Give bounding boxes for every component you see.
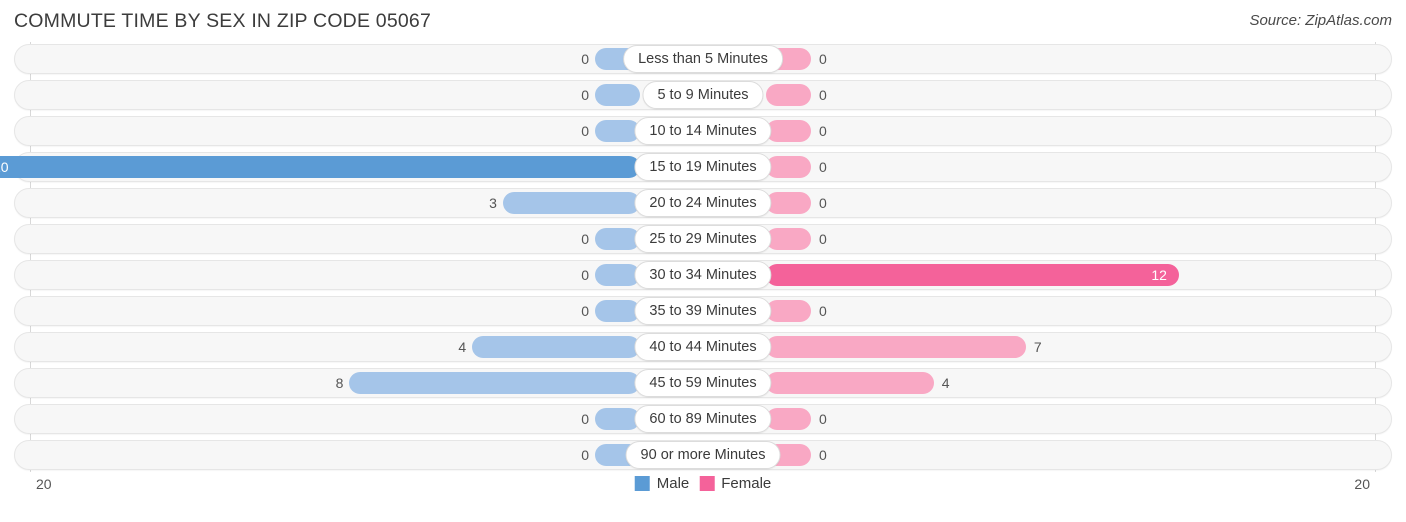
value-label-male: 0 [581, 411, 589, 427]
bar-female[interactable] [766, 336, 1026, 358]
bar-female[interactable] [766, 156, 811, 178]
category-label-pill[interactable]: 40 to 44 Minutes [634, 333, 772, 361]
value-label-female: 12 [1151, 267, 1167, 283]
category-label-pill[interactable]: 30 to 34 Minutes [634, 261, 772, 289]
legend-item-female[interactable]: Female [699, 475, 771, 492]
axis-label-left: 20 [36, 476, 52, 492]
value-label-male: 0 [581, 267, 589, 283]
value-label-male: 3 [489, 195, 497, 211]
bar-male[interactable] [472, 336, 640, 358]
table-row: 0 0 Less than 5 Minutes [14, 42, 1392, 78]
source-attribution: Source: ZipAtlas.com [1249, 12, 1392, 29]
category-label-pill[interactable]: 25 to 29 Minutes [634, 225, 772, 253]
bar-male[interactable] [595, 84, 640, 106]
value-label-female: 0 [819, 411, 827, 427]
value-label-female: 0 [819, 123, 827, 139]
value-label-male: 0 [581, 87, 589, 103]
legend-label-male: Male [656, 475, 690, 492]
bar-female[interactable] [766, 228, 811, 250]
category-label-pill[interactable]: 15 to 19 Minutes [634, 153, 772, 181]
commute-time-chart: COMMUTE TIME BY SEX IN ZIP CODE 05067 So… [0, 0, 1406, 522]
table-row: 0 0 60 to 89 Minutes [14, 402, 1392, 438]
bar-male[interactable] [595, 408, 640, 430]
value-label-female: 0 [819, 303, 827, 319]
category-label-pill[interactable]: 20 to 24 Minutes [634, 189, 772, 217]
bar-female[interactable] [766, 372, 934, 394]
table-row: 0 12 30 to 34 Minutes [14, 258, 1392, 294]
value-label-female: 0 [819, 231, 827, 247]
category-label-pill[interactable]: Less than 5 Minutes [623, 45, 783, 73]
value-label-female: 7 [1033, 339, 1042, 355]
value-label-male: 0 [581, 51, 589, 67]
bar-male[interactable] [502, 192, 640, 214]
table-row: 0 0 90 or more Minutes [14, 438, 1392, 474]
bar-female[interactable] [766, 120, 811, 142]
value-label-male: 8 [335, 375, 344, 391]
bar-female[interactable] [766, 192, 811, 214]
value-label-female: 0 [819, 195, 827, 211]
value-label-female: 0 [819, 447, 827, 463]
category-label-pill[interactable]: 5 to 9 Minutes [642, 81, 764, 109]
table-row: 0 0 5 to 9 Minutes [14, 78, 1392, 114]
value-label-male: 0 [581, 303, 589, 319]
legend-label-female: Female [721, 475, 772, 492]
value-label-male: 20 [0, 159, 9, 175]
category-label-pill[interactable]: 35 to 39 Minutes [634, 297, 772, 325]
bar-female[interactable] [766, 84, 811, 106]
category-label-pill[interactable]: 60 to 89 Minutes [634, 405, 772, 433]
bar-rows: 0 0 Less than 5 Minutes 0 0 5 to 9 Minutes 0 0 1… [0, 42, 1392, 474]
legend: Male Female [634, 475, 771, 492]
legend-item-male[interactable]: Male [634, 475, 690, 492]
axis-label-right: 20 [1354, 476, 1370, 492]
bar-male[interactable] [349, 372, 640, 394]
value-label-female: 0 [819, 51, 827, 67]
chart-footer: 20 Male Female 20 [14, 472, 1392, 506]
category-label-pill[interactable]: 90 or more Minutes [625, 441, 781, 469]
bar-male[interactable] [595, 300, 640, 322]
table-row: 8 4 45 to 59 Minutes [14, 366, 1392, 402]
value-label-female: 0 [819, 159, 827, 175]
value-label-female: 0 [819, 87, 827, 103]
bar-female[interactable] [766, 408, 811, 430]
table-row: 0 0 10 to 14 Minutes [14, 114, 1392, 150]
table-row: 3 0 20 to 24 Minutes [14, 186, 1392, 222]
value-label-male: 0 [581, 123, 589, 139]
table-row: 0 0 25 to 29 Minutes [14, 222, 1392, 258]
bar-male[interactable] [595, 228, 640, 250]
category-label-pill[interactable]: 10 to 14 Minutes [634, 117, 772, 145]
value-label-male: 0 [581, 231, 589, 247]
legend-swatch-male-icon [634, 476, 650, 491]
bar-male[interactable] [595, 120, 640, 142]
bar-male[interactable] [0, 156, 640, 178]
page-title: COMMUTE TIME BY SEX IN ZIP CODE 05067 [14, 10, 432, 32]
table-row: 20 0 15 to 19 Minutes [0, 150, 1392, 186]
bar-male[interactable] [595, 264, 640, 286]
legend-swatch-female-icon [699, 476, 715, 491]
plot-area: 0 0 Less than 5 Minutes 0 0 5 to 9 Minutes 0 0 1… [0, 42, 1392, 474]
value-label-male: 4 [458, 339, 467, 355]
value-label-male: 0 [581, 447, 589, 463]
category-label-pill[interactable]: 45 to 59 Minutes [634, 369, 772, 397]
table-row: 4 7 40 to 44 Minutes [14, 330, 1392, 366]
bar-female[interactable] [766, 264, 1180, 286]
value-label-female: 4 [941, 375, 950, 391]
table-row: 0 0 35 to 39 Minutes [14, 294, 1392, 330]
chart-header: COMMUTE TIME BY SEX IN ZIP CODE 05067 So… [0, 0, 1406, 42]
bar-female[interactable] [766, 300, 811, 322]
